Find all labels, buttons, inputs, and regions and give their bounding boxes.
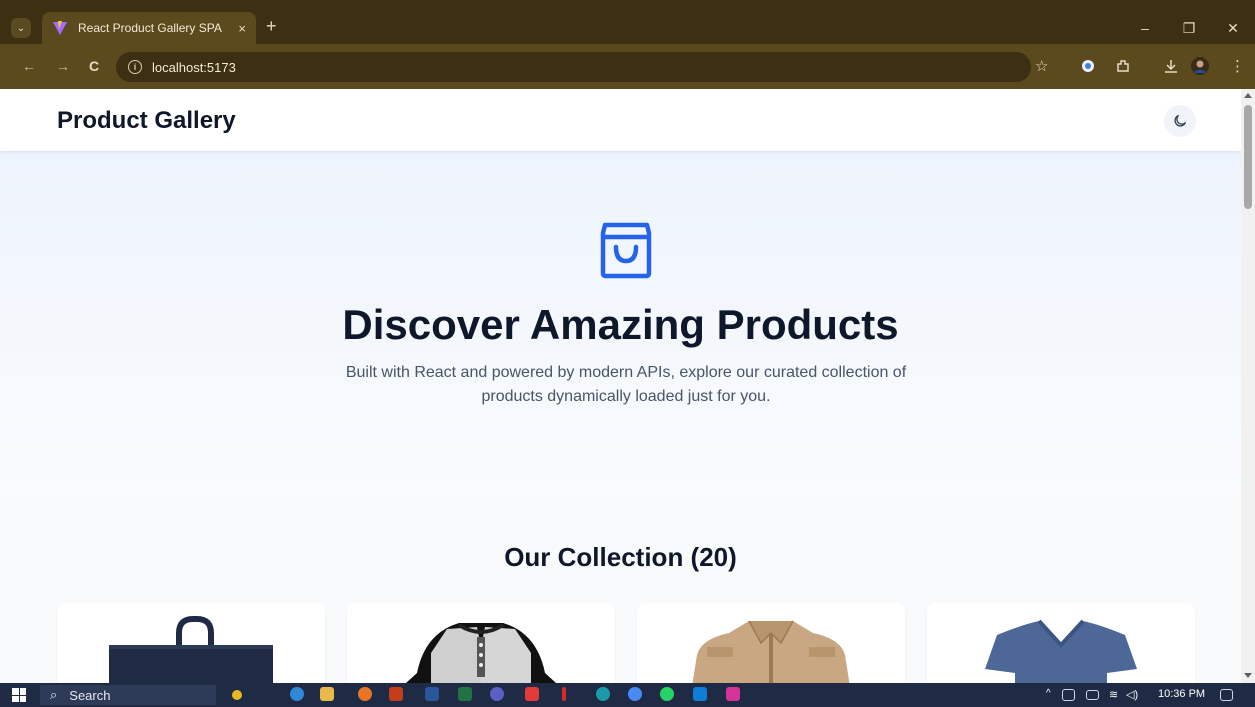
collection-title: Our Collection (20) [504,542,737,572]
taskbar-search[interactable]: ⌕ Search [40,685,216,705]
powerpoint-icon[interactable] [389,687,403,701]
reload-button[interactable]: C [89,58,99,74]
whatsapp-icon[interactable] [660,687,674,701]
info-icon[interactable]: i [128,60,142,74]
tab-strip: ⌄ React Product Gallery SPA × + – ❐ ✕ [0,8,1255,44]
blue-vneck-tshirt-image [985,619,1137,683]
shopping-bag-icon [600,222,652,279]
address-bar[interactable]: i localhost:5173 [116,52,1031,82]
scroll-up-arrow[interactable] [1244,93,1252,98]
app-viewport: Product Gallery Discover Amazing Product… [0,89,1241,683]
hero-title: Discover Amazing Products [342,301,899,348]
close-window-button[interactable]: ✕ [1211,14,1255,42]
brand-title[interactable]: Product Gallery [57,107,236,135]
scroll-thumb[interactable] [1244,105,1252,209]
excel-icon[interactable] [458,687,472,701]
copilot-icon[interactable] [232,690,242,700]
search-icon: ⌕ [50,687,58,702]
window-controls: – ❐ ✕ [1123,14,1255,42]
profile-extension-icon[interactable] [1081,59,1095,73]
chevron-down-icon: ⌄ [16,22,26,34]
collection-section: Our Collection (20) [0,497,1241,683]
instagram-icon[interactable] [726,687,740,701]
taskbar-clock[interactable]: 10:36 PM [1158,688,1205,700]
extensions-icon[interactable] [1115,58,1131,74]
star-icon[interactable]: ☆ [1035,57,1048,75]
browser-chrome: ⌄ React Product Gallery SPA × + – ❐ ✕ ← … [0,0,1255,89]
new-tab-button[interactable]: + [266,16,277,37]
kebab-menu-icon[interactable]: ⋮ [1230,57,1245,75]
product-card[interactable] [57,603,325,683]
url-text: localhost:5173 [152,59,236,75]
tray-chevron-icon[interactable]: ^ [1046,688,1051,699]
word-icon[interactable] [425,687,439,701]
vscode-icon[interactable] [693,687,707,701]
avatar[interactable] [1190,56,1210,76]
tab-title: React Product Gallery SPA [78,21,222,35]
browser-toolbar: ← → C i localhost:5173 ☆ ⋮ [0,44,1255,89]
product-card[interactable] [637,603,905,683]
scroll-down-arrow[interactable] [1244,673,1252,678]
edge-icon[interactable] [290,687,304,701]
tray-display-icon[interactable] [1062,689,1075,701]
acrobat-icon[interactable] [525,687,539,701]
file-explorer-icon[interactable] [320,687,334,701]
tab-close-button[interactable]: × [238,21,246,36]
volume-icon[interactable]: ◁) [1126,688,1138,701]
hero-section: Discover Amazing Products Built with Rea… [0,151,1241,497]
chrome-profile-icon[interactable] [628,687,642,701]
tray-battery-icon[interactable] [1086,690,1099,700]
app-header: Product Gallery [0,89,1241,151]
product-card[interactable] [347,603,615,683]
product-card[interactable] [927,603,1195,683]
navy-tote-bag-image [109,616,273,683]
wifi-icon[interactable]: ≋ [1109,688,1118,701]
teams-icon[interactable] [490,687,504,701]
moon-icon [1174,115,1186,127]
notification-icon[interactable] [1220,689,1233,701]
forward-button[interactable]: → [56,58,70,74]
windows-taskbar: ⌕ Search ^ ≋ ◁) 10:36 PM [0,683,1255,707]
app-icon[interactable] [596,687,610,701]
theme-toggle-button[interactable] [1164,105,1196,137]
browser-tab[interactable]: React Product Gallery SPA × [42,12,256,44]
tab-search-button[interactable]: ⌄ [11,18,31,38]
hero-subtitle: Built with React and powered by modern A… [345,364,907,405]
chrome-icon[interactable] [358,687,372,701]
vite-favicon-icon [53,21,67,35]
back-button[interactable]: ← [22,58,36,74]
khaki-jacket-image [692,620,850,683]
page-scrollbar[interactable] [1241,89,1255,683]
download-icon[interactable] [1163,58,1179,74]
netflix-icon[interactable] [562,687,566,701]
raglan-henley-tshirt-image [406,623,556,683]
restore-button[interactable]: ❐ [1167,14,1211,42]
minimize-button[interactable]: – [1123,14,1167,42]
taskbar-search-label: Search [69,687,111,703]
windows-start-icon[interactable] [12,688,26,702]
